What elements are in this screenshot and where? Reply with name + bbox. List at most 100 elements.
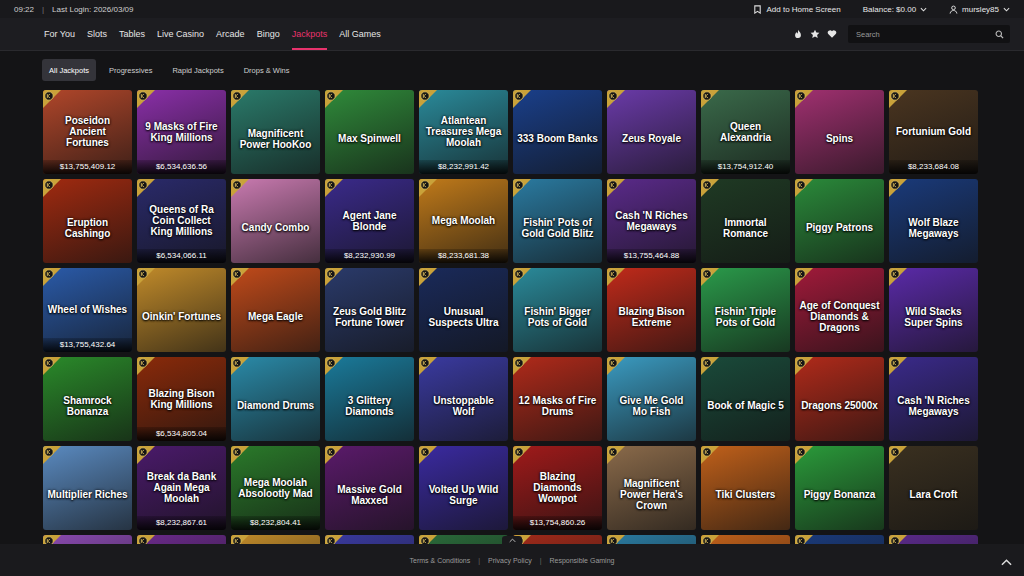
game-tile[interactable]: Wild Stacks Super Spins (889, 268, 978, 352)
heart-icon[interactable] (827, 29, 837, 39)
game-tile[interactable]: Candy Combo (231, 179, 320, 263)
game-tile[interactable]: Queen Alexandria $13,754,912.40 (701, 90, 790, 174)
game-tile[interactable]: Shamrock Bonanza (43, 357, 132, 441)
nav-tab[interactable]: Slots (87, 18, 107, 50)
game-tile[interactable]: Oinkin' Fortunes (137, 268, 226, 352)
game-tile[interactable]: 333 Boom Banks (513, 90, 602, 174)
game-tile[interactable]: Tiki Clusters (701, 446, 790, 530)
game-tile[interactable]: Mega Eagle (231, 268, 320, 352)
jackpot-badge-icon (137, 268, 155, 286)
sub-tab[interactable]: Rapid Jackpots (165, 59, 230, 81)
game-tile[interactable]: 12 Masks of Fire Drums (513, 357, 602, 441)
nav-tab[interactable]: All Games (339, 18, 381, 50)
game-tile[interactable]: Piggy Bonanza (795, 446, 884, 530)
game-tile[interactable]: Blazing Bison Extreme (607, 268, 696, 352)
jackpot-badge-icon (607, 179, 625, 197)
game-tile[interactable]: Fishin' Bigger Pots of Gold (513, 268, 602, 352)
jackpot-badge-icon (795, 446, 813, 464)
game-tile[interactable]: Diamond Drums (231, 357, 320, 441)
jackpot-badge-icon (137, 90, 155, 108)
jackpot-amount: $6,534,636.56 (137, 160, 226, 174)
sub-tab[interactable]: All Jackpots (42, 59, 96, 81)
game-tile[interactable]: Cash 'N Riches Megaways (889, 357, 978, 441)
game-tile[interactable]: Unstoppable Wolf (419, 357, 508, 441)
game-tile[interactable]: Atlantean Treasures Mega Moolah $8,232,9… (419, 90, 508, 174)
game-tile[interactable]: Zeus Royale (607, 90, 696, 174)
game-tile[interactable]: Fortunium Gold $8,233,684.08 (889, 90, 978, 174)
game-tile[interactable]: Cash 'N Riches Megaways $13,755,464.88 (607, 179, 696, 263)
game-title: Immortal Romance (705, 217, 786, 239)
jackpot-badge-icon (419, 90, 437, 108)
search-field[interactable] (848, 25, 1010, 43)
sub-tab[interactable]: Progressives (102, 59, 159, 81)
jackpot-badge-icon (43, 357, 61, 375)
game-tile[interactable]: Dragons 25000x (795, 357, 884, 441)
game-tile[interactable]: Age of Conquest Diamonds & Dragons (795, 268, 884, 352)
jackpot-badge-icon (513, 446, 531, 464)
nav-tab[interactable]: Live Casino (157, 18, 204, 50)
game-tile[interactable]: Max Spinwell (325, 90, 414, 174)
game-tile[interactable]: Multiplier Riches (43, 446, 132, 530)
star-icon[interactable] (810, 29, 820, 39)
nav-tab[interactable]: Arcade (216, 18, 245, 50)
game-tile[interactable]: Massive Gold Maxxed (325, 446, 414, 530)
game-title: Fortunium Gold (896, 126, 971, 137)
game-tile[interactable]: 3 Glittery Diamonds (325, 357, 414, 441)
game-tile[interactable]: Piggy Patrons (795, 179, 884, 263)
game-tile[interactable]: Eruption Cashingo (43, 179, 132, 263)
search-icon[interactable] (995, 30, 1004, 39)
game-tile[interactable]: Wheel of Wishes $13,755,432.64 (43, 268, 132, 352)
game-tile[interactable]: Magnificent Power Hera's Crown (607, 446, 696, 530)
game-tile[interactable]: Volted Up Wild Surge (419, 446, 508, 530)
sub-tab[interactable]: Drops & Wins (237, 59, 297, 81)
jackpot-amount: $8,232,867.61 (137, 516, 226, 530)
game-tile[interactable]: Magnificent Power HooKoo (231, 90, 320, 174)
game-tile[interactable]: Mega Moolah $8,233,681.38 (419, 179, 508, 263)
user-button[interactable]: mursley85 (949, 5, 1010, 14)
jackpot-badge-icon (701, 90, 719, 108)
game-tile[interactable]: 9 Masks of Fire King Millions $6,534,636… (137, 90, 226, 174)
game-tile[interactable]: Blazing Diamonds Wowpot $13,754,860.26 (513, 446, 602, 530)
game-tile[interactable]: Give Me Gold Mo Fish (607, 357, 696, 441)
jackpot-badge-icon (513, 90, 531, 108)
footer-link[interactable]: Responsible Gaming (549, 557, 614, 564)
game-tile[interactable]: Break da Bank Again Mega Moolah $8,232,8… (137, 446, 226, 530)
jackpot-badge-icon (513, 357, 531, 375)
game-tile[interactable]: Wolf Blaze Megaways (889, 179, 978, 263)
game-tile[interactable]: Immortal Romance (701, 179, 790, 263)
add-home-button[interactable]: Add to Home Screen (753, 5, 840, 14)
game-title: Wheel of Wishes (48, 304, 127, 315)
game-tile[interactable]: Spins (795, 90, 884, 174)
jackpot-amount: $8,232,804.41 (231, 516, 320, 530)
game-title: Magnificent Power HooKoo (235, 128, 316, 150)
nav-tab[interactable]: Jackpots (292, 18, 328, 50)
balance-button[interactable]: Balance: $0.00 (863, 5, 927, 14)
game-tile[interactable]: Unusual Suspects Ultra (419, 268, 508, 352)
game-tile[interactable]: Fishin' Triple Pots of Gold (701, 268, 790, 352)
flame-icon[interactable] (793, 29, 803, 39)
jackpot-badge-icon (325, 357, 343, 375)
nav-tab[interactable]: Bingo (257, 18, 280, 50)
scroll-top-button[interactable] (1001, 554, 1012, 569)
jackpot-badge-icon (43, 446, 61, 464)
game-tile[interactable]: Zeus Gold Blitz Fortune Tower (325, 268, 414, 352)
collapse-footer-button[interactable] (502, 536, 522, 544)
footer-link[interactable]: Terms & Conditions (410, 557, 471, 564)
game-title: Blazing Bison King Millions (141, 388, 222, 410)
game-tile[interactable]: Fishin' Pots of Gold Gold Blitz (513, 179, 602, 263)
game-tile[interactable]: Lara Croft (889, 446, 978, 530)
jackpot-amount: $8,233,681.38 (419, 249, 508, 263)
game-tile[interactable]: Poseidon Ancient Fortunes $13,755,409.12 (43, 90, 132, 174)
nav-tab[interactable]: Tables (119, 18, 145, 50)
game-tile[interactable]: Blazing Bison King Millions $6,534,805.0… (137, 357, 226, 441)
nav-tab[interactable]: For You (44, 18, 75, 50)
game-title: Eruption Cashingo (47, 217, 128, 239)
game-tile[interactable]: Queens of Ra Coin Collect King Millions … (137, 179, 226, 263)
footer-link[interactable]: Privacy Policy (488, 557, 532, 564)
game-tile[interactable]: Agent Jane Blonde $8,232,930.99 (325, 179, 414, 263)
search-input[interactable] (854, 29, 995, 40)
game-title: Magnificent Power Hera's Crown (611, 478, 692, 511)
jackpot-badge-icon (419, 357, 437, 375)
game-tile[interactable]: Book of Magic 5 (701, 357, 790, 441)
game-tile[interactable]: Mega Moolah Absolootly Mad $8,232,804.41 (231, 446, 320, 530)
